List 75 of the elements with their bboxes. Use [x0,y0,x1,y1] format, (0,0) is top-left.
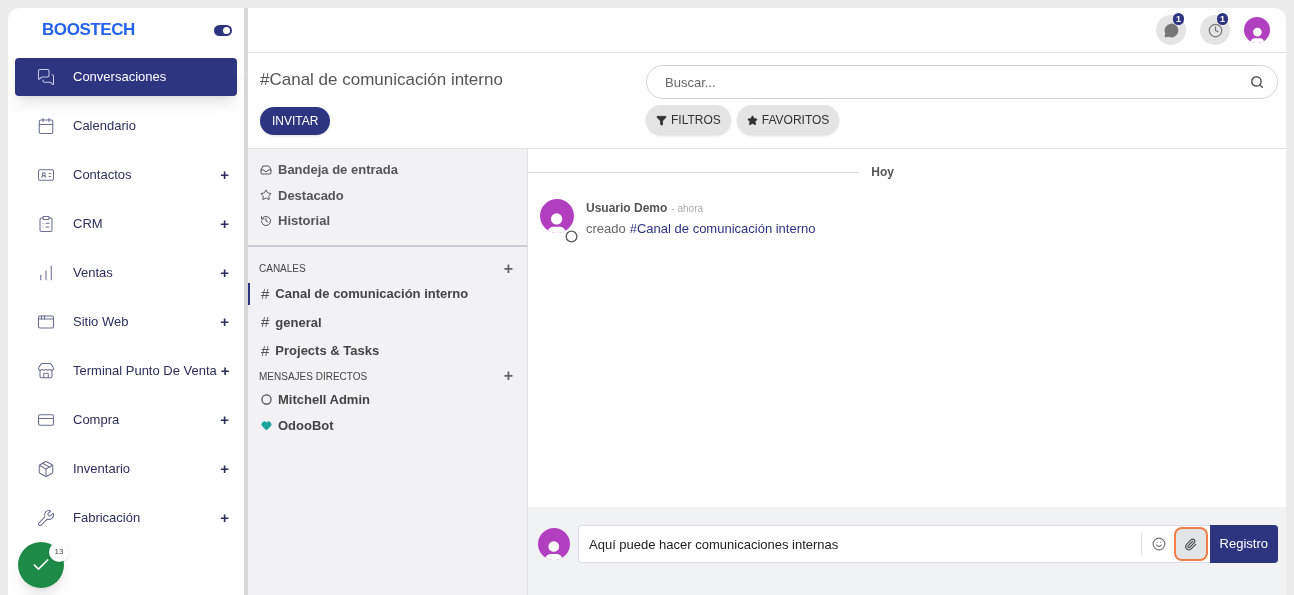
smiley-icon[interactable] [1151,537,1166,551]
channel-item[interactable]: Mitchell Admin [248,390,527,410]
status-circle-icon [261,394,272,406]
chat-bubbles-icon [37,68,55,86]
add-button[interactable]: + [503,260,513,277]
author-avatar [540,199,574,233]
sidebar-item[interactable]: Sitio Web + [15,303,237,341]
expand-toggle[interactable]: + [216,261,229,285]
calendar-icon [37,117,55,135]
expand-toggle[interactable]: + [216,212,229,236]
star-icon [260,189,272,202]
expand-toggle[interactable]: + [216,506,229,530]
mailbox-item[interactable]: Historial [260,211,527,231]
messages-button[interactable]: 1 [1156,15,1186,45]
store-icon [37,362,55,380]
activities-button[interactable]: 1 [1200,15,1230,45]
message-text: creado [586,220,626,238]
chat-bubble-icon [1163,22,1179,38]
sidebar-item[interactable]: Compra + [15,401,237,439]
section-heading: MENSAJES DIRECTOS [259,369,368,384]
sidebar-item[interactable]: Calendario [15,107,237,145]
author-name: Usuario Demo [586,200,668,217]
clock-icon [1207,22,1223,38]
channel-item[interactable]: OdooBot [248,415,527,435]
sidebar-item[interactable]: Terminal Punto De Venta + [15,352,237,390]
channel-item[interactable]: # Canal de comunicación interno [248,282,527,305]
filter-icon [656,114,667,126]
search-field[interactable]: Buscar... [646,65,1278,99]
mailbox-item[interactable]: Destacado [260,185,527,205]
brand-logo: BOOSTECH [42,19,135,42]
sidebar-item[interactable]: Contactos + [15,156,237,194]
bar-chart-icon [37,264,55,282]
section-heading: CANALES [259,262,306,276]
message-time: - ahora [671,202,704,216]
attach-button[interactable] [1175,529,1206,559]
status-circle-icon [565,229,578,243]
star-icon [746,114,758,126]
mailbox-item[interactable]: Bandeja de entrada [260,160,527,180]
filter-button[interactable]: FAVORITOS [736,105,840,135]
credit-card-icon [37,411,55,429]
sidebar-item[interactable]: Conversaciones [15,58,237,96]
sidebar-item[interactable]: Ventas + [15,254,237,292]
add-button[interactable]: + [503,368,513,384]
sidebar-item[interactable]: Inventario + [15,450,237,488]
expand-toggle[interactable]: + [216,408,229,432]
count-badge: 1 [1217,13,1228,25]
user-avatar [1244,17,1270,43]
count-badge: 1 [1173,13,1184,25]
expand-toggle[interactable]: + [216,359,230,383]
search-icon [1250,75,1264,89]
browser-window-icon [37,313,55,331]
channel-item[interactable]: # general [248,311,527,334]
package-icon [37,460,55,478]
theme-toggle[interactable] [214,24,232,36]
author-avatar [538,528,570,560]
sidebar-item[interactable]: Fabricación + [15,499,237,537]
paperclip-icon [1184,537,1198,551]
channel-item[interactable]: # Projects & Tasks [248,339,527,362]
contact-card-icon [37,166,55,184]
clipboard-icon [37,215,55,233]
send-button[interactable]: Registro [1209,525,1278,563]
heart-icon [261,419,272,431]
filter-button[interactable]: FILTROS [646,105,731,135]
inbox-icon [260,163,272,176]
message-field[interactable]: Aquí puede hacer comunicaciones internas [578,525,1141,563]
invite-button[interactable]: INVITAR [260,106,331,135]
expand-toggle[interactable]: + [216,310,229,334]
expand-toggle[interactable]: + [216,163,229,187]
expand-toggle[interactable]: + [216,457,229,481]
channel-title: #Canal de comunicación interno [260,69,503,91]
date-separator: Hoy [870,164,895,181]
channel-link[interactable]: #Canal de comunicación interno [629,219,816,239]
history-icon [260,214,272,227]
sidebar-item[interactable]: CRM + [15,205,237,243]
wrench-icon [37,509,55,527]
